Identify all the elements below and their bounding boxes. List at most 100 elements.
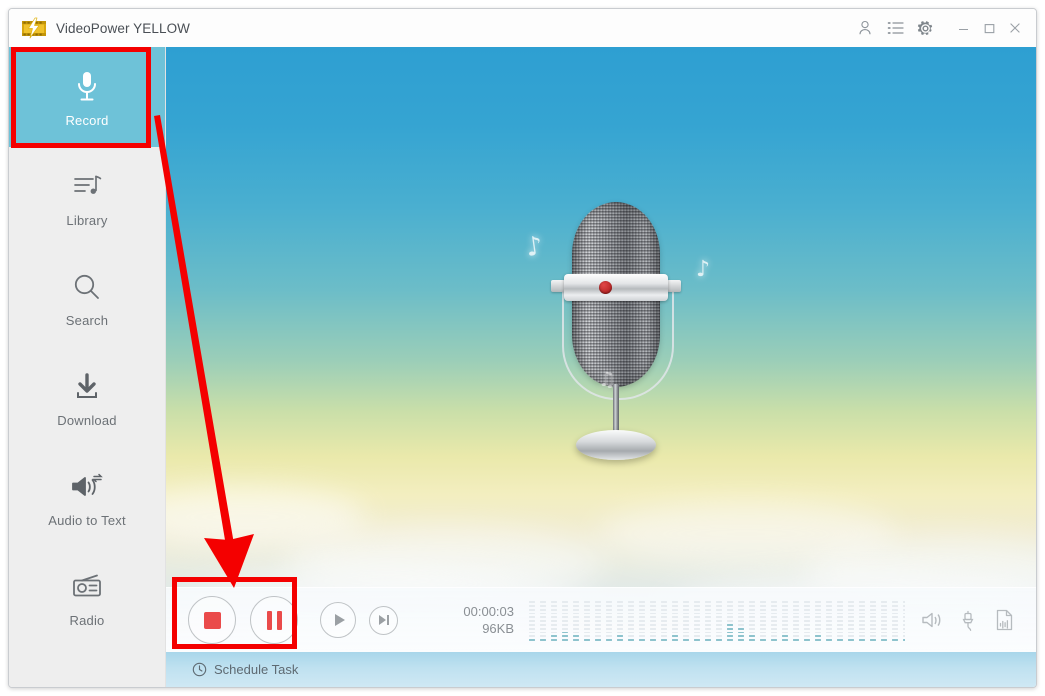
elapsed-time: 00:00:03 [463,604,514,619]
gear-icon[interactable] [910,11,940,45]
next-button[interactable] [369,605,398,635]
level-meter-segment [562,631,568,634]
level-meter-segment [617,639,623,641]
app-content: Record Library Search Download Audio to … [9,47,1036,687]
sidebar-item-download[interactable]: Download [9,347,165,447]
level-meter-segment [716,639,722,641]
sidebar-item-library[interactable]: Library [9,147,165,247]
radio-icon [71,567,103,607]
file-waveform-icon[interactable] [995,609,1014,631]
level-meter-segment [661,604,667,607]
minimize-button[interactable] [950,11,976,45]
level-meter-segment [606,601,612,603]
level-meter-column [892,601,898,641]
level-meter-segment [892,612,898,615]
level-meter-segment [815,616,821,619]
level-meter-segment [584,616,590,619]
level-meter-segment [540,612,546,615]
level-meter-column [859,601,865,641]
level-meter-segment [562,612,568,615]
play-button[interactable] [320,602,356,638]
level-meter-segment [672,608,678,611]
level-meter-segment [573,627,579,630]
level-meter-segment [529,612,535,615]
level-meter-column [716,601,722,641]
title-bar-actions [850,9,1036,47]
level-meter-segment [628,639,634,641]
pause-button[interactable] [250,596,298,644]
level-meter-segment [562,616,568,619]
level-meter-column [881,601,887,641]
output-options [921,609,1014,631]
level-meter-segment [573,601,579,603]
level-meter-column [584,601,590,641]
sidebar-item-audio-to-text[interactable]: Audio to Text [9,447,165,547]
level-meter-segment [804,627,810,630]
level-meter-segment [617,623,623,626]
level-meter-segment [562,608,568,611]
level-meter-column [650,601,656,641]
level-meter-segment [529,604,535,607]
level-meter-segment [815,627,821,630]
level-meter-segment [650,616,656,619]
sidebar-item-record[interactable]: Record [9,47,165,147]
microphone-in-icon[interactable] [961,610,977,631]
level-meter-segment [738,627,744,630]
level-meter-segment [881,608,887,611]
account-icon[interactable] [850,11,880,45]
level-meter-column [738,601,744,641]
level-meter-segment [727,604,733,607]
level-meter-segment [551,639,557,641]
level-meter-segment [628,612,634,615]
level-meter-segment [848,608,854,611]
level-meter-segment [540,623,546,626]
level-meter-segment [617,601,623,603]
level-meter-segment [628,623,634,626]
level-meter-segment [562,620,568,622]
sidebar-item-radio[interactable]: Radio [9,547,165,647]
level-meter-segment [716,604,722,607]
level-meter-segment [826,620,832,622]
level-meter-segment [529,631,535,634]
title-bar: VideoPower YELLOW [9,9,1036,47]
level-meter-segment [815,623,821,626]
level-meter-segment [628,631,634,634]
speaker-icon[interactable] [921,610,943,630]
level-meter-segment [749,608,755,611]
level-meter-segment [672,620,678,622]
level-meter-segment [903,604,905,607]
level-meter-segment [892,631,898,634]
microphone-icon [73,67,101,107]
maximize-button[interactable] [976,11,1002,45]
level-meter-segment [727,608,733,611]
sidebar-item-search[interactable]: Search [9,247,165,347]
level-meter-segment [727,639,733,641]
level-meter-segment [683,604,689,607]
retro-microphone-illustration [551,202,681,462]
level-meter-segment [551,627,557,630]
level-meter-segment [584,608,590,611]
level-meter-segment [793,623,799,626]
level-meter-segment [793,616,799,619]
level-meter-segment [804,639,810,641]
sidebar-item-label: Record [65,112,109,128]
level-meter-segment [694,631,700,634]
list-icon[interactable] [880,11,910,45]
level-meter-column [617,601,623,641]
level-meter-segment [881,631,887,634]
level-meter-segment [782,639,788,641]
level-meter-segment [892,627,898,630]
level-meter-segment [771,604,777,607]
close-button[interactable] [1002,11,1028,45]
level-meter-segment [749,623,755,626]
schedule-task-button[interactable]: Schedule Task [192,662,298,677]
level-meter-segment [727,635,733,638]
level-meter-segment [694,616,700,619]
level-meter-segment [793,639,799,641]
microphone-ring [564,274,668,301]
level-meter-column [727,601,733,641]
pause-icon [266,610,282,630]
stop-button[interactable] [188,596,236,644]
level-meter-column [672,601,678,641]
level-meter-column [639,601,645,641]
